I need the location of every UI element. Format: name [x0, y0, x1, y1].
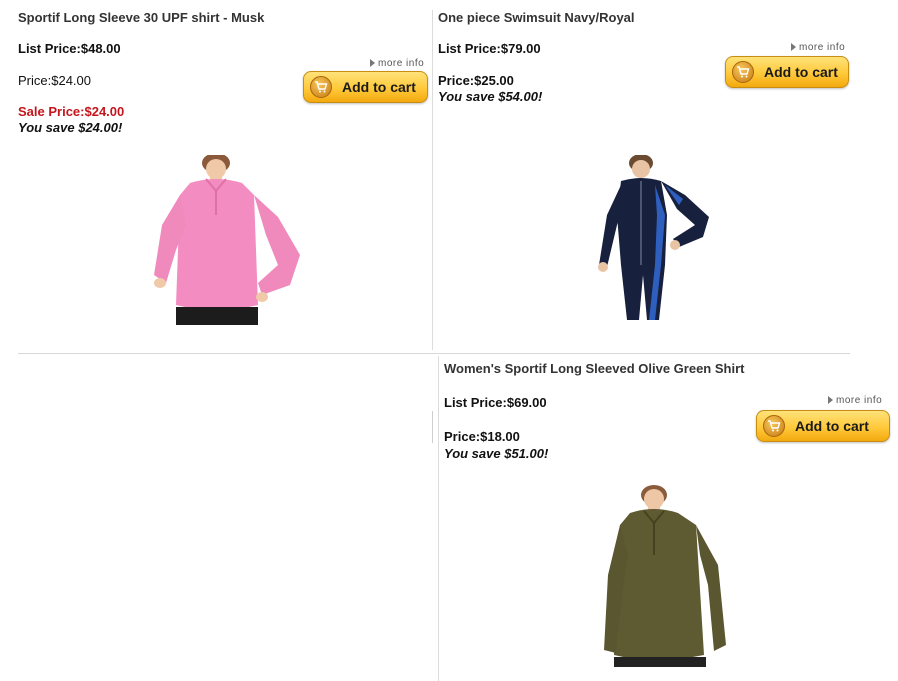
you-save: You save $51.00!	[444, 446, 549, 461]
divider-tick	[432, 411, 433, 443]
product-card-swimsuit: One piece Swimsuit Navy/Royal List Price…	[433, 0, 853, 350]
sale-price: Sale Price:$24.00	[18, 104, 125, 119]
shopping-cart-icon	[310, 76, 332, 98]
more-info-label: more info	[799, 42, 846, 53]
product-title[interactable]: One piece Swimsuit Navy/Royal	[438, 10, 635, 25]
product-image-navy-swimsuit[interactable]	[593, 155, 728, 330]
product-image-olive-shirt[interactable]	[600, 485, 735, 670]
you-save: You save $24.00!	[18, 120, 123, 135]
list-price: List Price:$69.00	[444, 395, 547, 410]
add-to-cart-label: Add to cart	[764, 64, 838, 80]
list-price: List Price:$79.00	[438, 41, 541, 56]
arrow-right-icon	[828, 396, 833, 404]
more-info-label: more info	[378, 58, 425, 69]
shopping-cart-icon	[763, 415, 785, 437]
more-info-link[interactable]: more info	[791, 42, 845, 53]
product-image-pink-shirt[interactable]	[150, 155, 305, 330]
price: Price:$25.00	[438, 73, 514, 88]
shopping-cart-icon	[732, 61, 754, 83]
price: Price:$18.00	[444, 429, 520, 444]
price: Price:$24.00	[18, 73, 91, 88]
more-info-link[interactable]: more info	[370, 58, 424, 69]
arrow-right-icon	[370, 59, 375, 67]
add-to-cart-button[interactable]: Add to cart	[303, 71, 428, 103]
add-to-cart-label: Add to cart	[342, 79, 416, 95]
product-card-olive-shirt: Women's Sportif Long Sleeved Olive Green…	[438, 355, 898, 681]
add-to-cart-button[interactable]: Add to cart	[756, 410, 890, 442]
add-to-cart-label: Add to cart	[795, 418, 869, 434]
arrow-right-icon	[791, 43, 796, 51]
you-save: You save $54.00!	[438, 89, 543, 104]
list-price: List Price:$48.00	[18, 41, 121, 56]
product-card-musk-shirt: Sportif Long Sleeve 30 UPF shirt - Musk …	[0, 0, 432, 350]
add-to-cart-button[interactable]: Add to cart	[725, 56, 849, 88]
more-info-label: more info	[836, 395, 883, 406]
row-divider	[18, 353, 850, 354]
product-title[interactable]: Women's Sportif Long Sleeved Olive Green…	[444, 361, 744, 376]
more-info-link[interactable]: more info	[828, 395, 882, 406]
product-title[interactable]: Sportif Long Sleeve 30 UPF shirt - Musk	[18, 10, 264, 25]
